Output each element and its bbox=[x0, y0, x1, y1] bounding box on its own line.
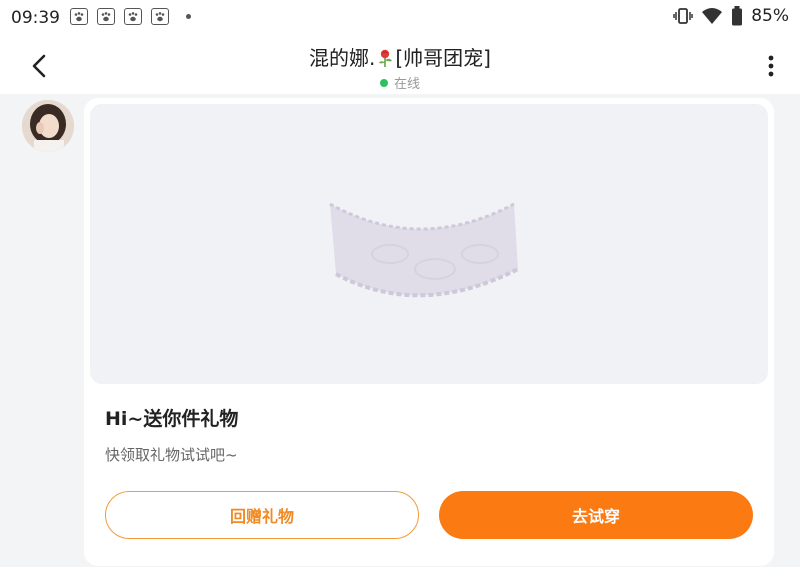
system-status: 85% bbox=[673, 6, 789, 26]
paw-notification-icon bbox=[97, 8, 115, 25]
online-dot-icon bbox=[379, 78, 388, 87]
contact-name: 混的娜. bbox=[309, 46, 376, 70]
lace-headband-image bbox=[329, 202, 519, 298]
wifi-icon bbox=[702, 8, 723, 24]
vibrate-icon bbox=[673, 8, 693, 24]
online-status: 在线 bbox=[0, 73, 800, 92]
contact-tag: [帅哥团宠] bbox=[395, 46, 491, 70]
chat-header: 混的娜. [帅哥团宠] 在线 bbox=[0, 34, 800, 94]
battery-percent: 85% bbox=[751, 6, 789, 26]
return-gift-button[interactable]: 回赠礼物 bbox=[105, 491, 419, 539]
gift-title: Hi~送你件礼物 bbox=[105, 408, 239, 430]
more-notifications-dot-icon bbox=[186, 14, 191, 19]
avatar-photo bbox=[22, 100, 74, 152]
battery-icon bbox=[732, 6, 743, 26]
status-bar: 09:39 85% bbox=[0, 0, 800, 34]
sender-avatar[interactable] bbox=[22, 100, 74, 152]
paw-notification-icon bbox=[70, 8, 88, 25]
notification-icons bbox=[70, 8, 191, 25]
chat-title-area: 混的娜. [帅哥团宠] 在线 bbox=[0, 42, 800, 92]
gift-subtitle: 快领取礼物试试吧~ bbox=[105, 446, 238, 464]
gift-message-card: Hi~送你件礼物 快领取礼物试试吧~ 回赠礼物 去试穿 bbox=[84, 98, 774, 566]
chat-title: 混的娜. [帅哥团宠] bbox=[0, 42, 800, 71]
try-on-button[interactable]: 去试穿 bbox=[439, 491, 753, 539]
gift-image[interactable] bbox=[90, 104, 768, 384]
paw-notification-icon bbox=[151, 8, 169, 25]
paw-notification-icon bbox=[124, 8, 142, 25]
online-status-text: 在线 bbox=[393, 77, 420, 92]
status-time: 09:39 bbox=[11, 8, 60, 28]
more-options-icon[interactable] bbox=[762, 50, 780, 82]
rose-emoji-icon bbox=[379, 49, 393, 67]
